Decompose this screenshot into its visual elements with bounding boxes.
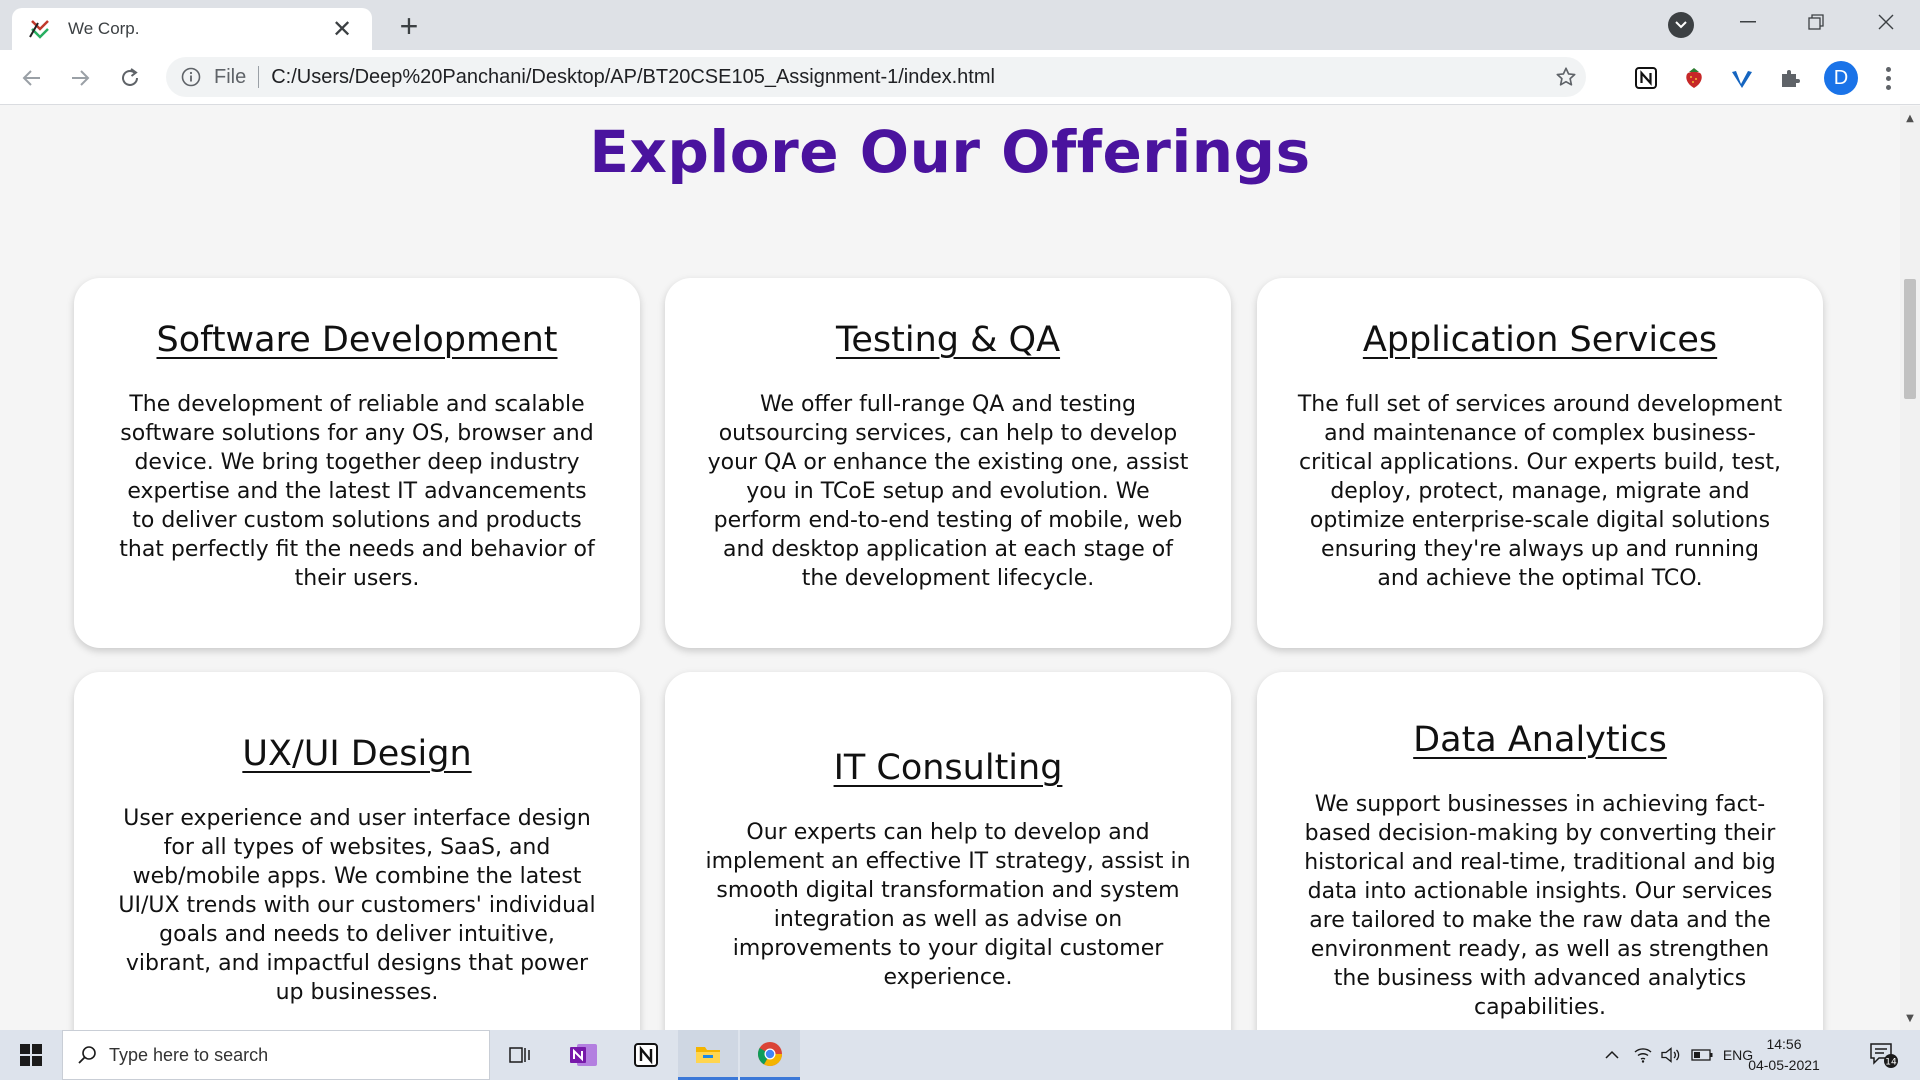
card-title: Data Analytics (1413, 720, 1667, 760)
chevron-up-icon (1605, 1050, 1619, 1059)
windows-start-icon (20, 1044, 42, 1066)
offering-card-ux-ui-design: UX/UI Design User experience and user in… (74, 672, 640, 1030)
restore-button[interactable] (1786, 0, 1846, 44)
minimize-button[interactable] (1718, 0, 1778, 44)
onenote-icon (570, 1044, 597, 1066)
onenote-taskbar-button[interactable] (554, 1030, 614, 1080)
minimize-icon (1740, 21, 1756, 23)
info-icon[interactable] (180, 66, 202, 88)
notification-icon: 14 (1870, 1043, 1898, 1068)
card-title: Application Services (1362, 320, 1718, 360)
wifi-icon (1634, 1048, 1652, 1063)
puzzle-extensions-icon[interactable] (1774, 62, 1806, 94)
restore-icon (1808, 14, 1824, 30)
browser-tab[interactable]: We Corp. ✕ (12, 8, 372, 50)
speaker-icon (1661, 1047, 1680, 1063)
offering-card-software-development: Software Development The development of … (74, 278, 640, 648)
forward-button[interactable] (62, 60, 98, 96)
clock-time: 14:56 (1766, 1036, 1802, 1052)
task-view-icon (509, 1047, 530, 1063)
section-title: Explore Our Offerings (589, 118, 1311, 186)
clock-date: 04-05-2021 (1748, 1057, 1820, 1073)
offering-card-data-analytics: Data Analytics We support businesses in … (1257, 672, 1823, 1030)
close-icon (1878, 14, 1894, 30)
strawberry-extension-icon[interactable] (1678, 62, 1710, 94)
offering-card-application-services: Application Services The full set of ser… (1257, 278, 1823, 648)
scroll-up-arrow-icon[interactable]: ▲ (1900, 108, 1920, 128)
battery-status-button[interactable] (1688, 1030, 1716, 1080)
search-icon (78, 1046, 96, 1064)
bookmark-star-icon[interactable] (1546, 66, 1586, 88)
profile-avatar[interactable]: D (1824, 61, 1858, 95)
forward-arrow-icon (72, 70, 90, 86)
action-center-button[interactable]: 14 (1862, 1030, 1906, 1080)
card-title: Software Development (156, 320, 558, 360)
offering-card-testing-qa: Testing & QA We offer full-range QA and … (665, 278, 1231, 648)
address-bar[interactable]: File C:/Users/Deep%20Panchani/Desktop/AP… (166, 57, 1586, 97)
reload-button[interactable] (112, 60, 148, 96)
windows-start-button[interactable] (0, 1030, 62, 1080)
browser-menu-button[interactable] (1876, 61, 1900, 95)
card-description: The development of reliable and scalable… (119, 392, 595, 591)
card-description: We offer full-range QA and testing outso… (707, 392, 1189, 591)
chrome-icon (757, 1041, 782, 1066)
card-title: IT Consulting (833, 748, 1063, 788)
notion-icon (634, 1043, 658, 1067)
url-scheme-label: File (214, 65, 247, 88)
card-title: UX/UI Design (242, 734, 472, 774)
card-description: User experience and user interface desig… (118, 806, 596, 1005)
chevron-down-icon (1675, 21, 1687, 29)
card-description: We support businesses in achieving fact-… (1304, 792, 1776, 1020)
url-divider (258, 66, 260, 88)
card-description: Our experts can help to develop and impl… (705, 820, 1191, 990)
scroll-down-arrow-icon[interactable]: ▼ (1900, 1008, 1920, 1028)
scrollbar-thumb[interactable] (1904, 279, 1916, 399)
taskbar-clock[interactable]: 14:56 04-05-2021 (1744, 1034, 1824, 1076)
notion-extension-icon[interactable] (1630, 62, 1662, 94)
wifi-status-button[interactable] (1630, 1030, 1656, 1080)
taskbar-search-box[interactable]: Type here to search (62, 1030, 490, 1080)
tab-close-icon[interactable]: ✕ (328, 15, 356, 43)
back-button[interactable] (14, 60, 50, 96)
back-arrow-icon (22, 70, 40, 86)
url-text[interactable]: C:/Users/Deep%20Panchani/Desktop/AP/BT20… (271, 66, 1546, 89)
battery-icon (1691, 1049, 1713, 1061)
file-explorer-taskbar-button[interactable] (678, 1030, 738, 1080)
windows-taskbar: Type here to search ENG 14:56 04-05-2021 (0, 1030, 1920, 1080)
close-window-button[interactable] (1856, 0, 1916, 44)
new-tab-button[interactable]: + (392, 10, 426, 44)
notification-count: 14 (1885, 1058, 1897, 1068)
vimeo-extension-icon[interactable] (1726, 62, 1758, 94)
card-title: Testing & QA (835, 320, 1061, 360)
offering-card-it-consulting: IT Consulting Our experts can help to de… (665, 672, 1231, 1030)
notion-taskbar-button[interactable] (616, 1030, 676, 1080)
reload-icon (122, 68, 138, 86)
tab-strip: We Corp. ✕ + (0, 0, 1920, 50)
search-placeholder: Type here to search (109, 1044, 269, 1065)
show-hidden-icons-button[interactable] (1598, 1030, 1626, 1080)
browser-toolbar: File C:/Users/Deep%20Panchani/Desktop/AP… (0, 50, 1920, 105)
volume-button[interactable] (1658, 1030, 1684, 1080)
we-corp-favicon-icon (28, 17, 52, 41)
tab-search-button[interactable] (1668, 12, 1694, 38)
page-viewport: Explore Our Offerings Software Developme… (0, 106, 1900, 1030)
card-description: The full set of services around developm… (1297, 392, 1783, 591)
task-view-button[interactable] (490, 1030, 550, 1080)
page-scrollbar[interactable]: ▲ ▼ (1900, 106, 1920, 1030)
file-explorer-icon (696, 1046, 720, 1063)
chrome-taskbar-button[interactable] (740, 1030, 800, 1080)
tab-title: We Corp. (68, 19, 140, 38)
